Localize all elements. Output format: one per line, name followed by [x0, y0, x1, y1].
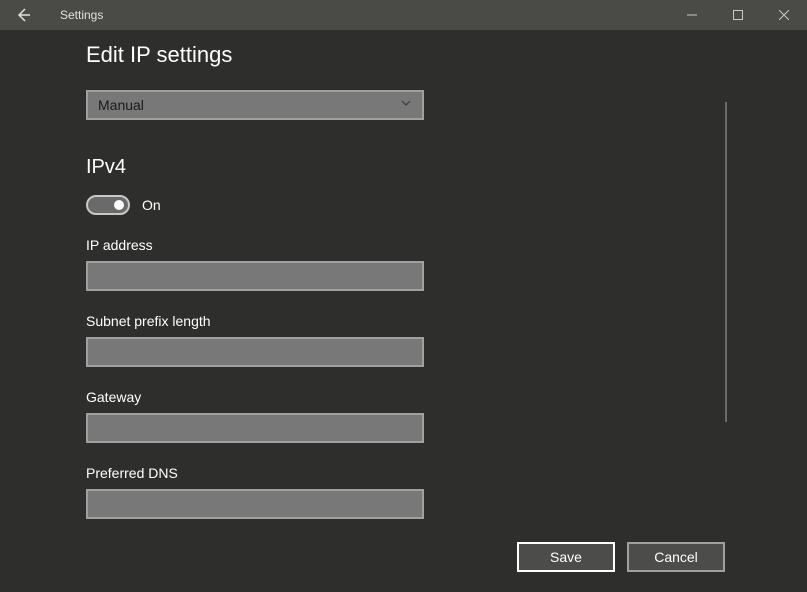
dialog-title: Edit IP settings — [86, 42, 726, 68]
back-button[interactable] — [0, 0, 46, 30]
maximize-button[interactable] — [715, 0, 761, 30]
subnet-prefix-field-group: Subnet prefix length — [86, 313, 726, 367]
window-controls — [669, 0, 807, 30]
ip-address-input[interactable] — [86, 261, 424, 291]
gateway-label: Gateway — [86, 389, 726, 405]
window-title: Settings — [60, 8, 103, 22]
toggle-knob — [114, 200, 124, 210]
titlebar: Settings — [0, 0, 807, 30]
toggle-state-label: On — [142, 197, 161, 213]
gateway-field-group: Gateway — [86, 389, 726, 443]
preferred-dns-label: Preferred DNS — [86, 465, 726, 481]
ipv4-heading: IPv4 — [86, 156, 726, 179]
ip-mode-dropdown[interactable]: Manual — [86, 90, 424, 120]
ipv4-toggle-row: On — [86, 195, 726, 215]
minimize-button[interactable] — [669, 0, 715, 30]
ip-address-label: IP address — [86, 237, 726, 253]
dialog-overlay: Edit IP settings Manual IPv4 On IP addre… — [0, 30, 807, 592]
preferred-dns-input[interactable] — [86, 489, 424, 519]
dropdown-selected-label: Manual — [98, 97, 144, 113]
minimize-icon — [687, 10, 697, 20]
cancel-button[interactable]: Cancel — [627, 542, 725, 572]
ip-address-field-group: IP address — [86, 237, 726, 291]
subnet-prefix-input[interactable] — [86, 337, 424, 367]
maximize-icon — [733, 10, 743, 20]
save-button[interactable]: Save — [517, 542, 615, 572]
subnet-prefix-label: Subnet prefix length — [86, 313, 726, 329]
dialog-buttons: Save Cancel — [517, 542, 725, 572]
arrow-left-icon — [15, 7, 31, 23]
dialog-content: Edit IP settings Manual IPv4 On IP addre… — [86, 42, 726, 541]
close-button[interactable] — [761, 0, 807, 30]
chevron-down-icon — [400, 96, 412, 114]
ipv4-toggle[interactable] — [86, 195, 130, 215]
preferred-dns-field-group: Preferred DNS — [86, 465, 726, 519]
close-icon — [779, 10, 789, 20]
gateway-input[interactable] — [86, 413, 424, 443]
